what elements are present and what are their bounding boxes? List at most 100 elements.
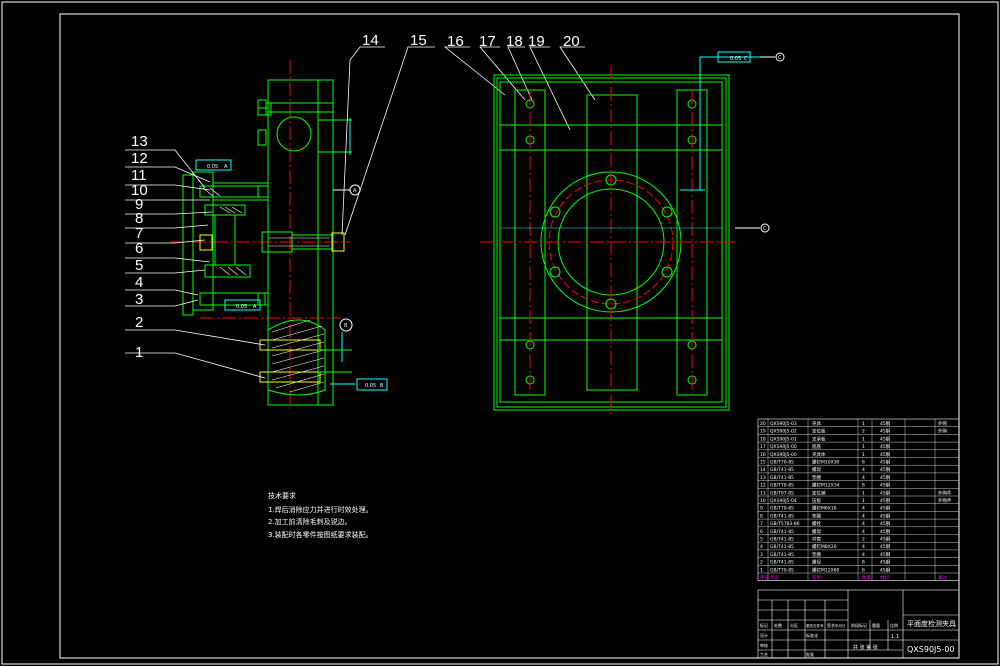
- bom-cell-mat: 45钢: [880, 459, 891, 466]
- bom-cell-mat: 45钢: [880, 505, 891, 512]
- cell-date: 年月日: [835, 623, 846, 628]
- bom-cell-code: GB/T41-85: [770, 475, 794, 481]
- drawing-name: 平面度检测夹具: [907, 619, 956, 628]
- bom-cell-qty: 4: [862, 506, 865, 512]
- bom-cell-qty: 6: [862, 567, 865, 573]
- tech-note-3: 3.装配时各零件按图纸要求装配。: [268, 530, 373, 539]
- bom-cell-qty: 2: [862, 429, 865, 435]
- balloon-5: 5: [135, 257, 143, 274]
- bom-cell-code: GB/T70-85: [770, 483, 794, 489]
- front-view: [480, 51, 785, 415]
- bom-cell-no: 8: [760, 513, 763, 519]
- balloon-19: 19: [528, 33, 545, 50]
- bom-cell-mat: 45钢: [880, 543, 891, 550]
- tech-note-2: 2.加工前清除毛刺及锐边。: [268, 517, 352, 526]
- bom-cell-qty: 6: [862, 460, 865, 466]
- bom-cell-mat: 45钢: [880, 451, 891, 458]
- balloon-10: 10: [131, 182, 148, 199]
- tol-value: 0.05: [207, 164, 218, 170]
- bom-cell-name: 螺钉M10X30: [812, 459, 840, 466]
- cell-zone: 分区: [790, 622, 798, 628]
- tol-datum: B: [380, 383, 384, 389]
- bom-cell-mat: 45钢: [880, 482, 891, 489]
- tol-datum: A: [253, 304, 257, 310]
- bom-cell-qty: 4: [862, 529, 865, 535]
- bom-cell-note: 外购: [938, 428, 947, 435]
- side-view: [170, 60, 388, 410]
- bom-header-cell: 材料: [880, 574, 889, 581]
- bom-cell-mat: 45钢: [880, 420, 891, 427]
- bom-cell-code: GB/T70-85: [770, 460, 794, 466]
- bom-cell-qty: 6: [862, 560, 865, 566]
- bom-header-cell: 序号: [760, 574, 769, 581]
- bom-cell-mat: 45钢: [880, 443, 891, 450]
- bom-cell-no: 15: [760, 460, 766, 466]
- datum-c-top: C: [778, 55, 782, 61]
- bom-cell-mat: 45钢: [880, 466, 891, 473]
- bom-cell-mat: 45钢: [880, 428, 891, 435]
- cell-design: 设计: [760, 632, 768, 638]
- bom-cell-note: 外购: [938, 420, 947, 427]
- bom-cell-no: 16: [760, 452, 766, 458]
- cell-signature: 签名: [827, 622, 835, 628]
- bom-cell-no: 6: [760, 529, 763, 535]
- bom-cell-no: 9: [760, 506, 763, 512]
- bill-of-materials: 20 QXS90J5-03 夹具 1 45钢 外购19 QXS90J5-02 定位板 2 45钢外…: [757, 418, 960, 581]
- bom-cell-no: 4: [760, 544, 763, 550]
- leader-lines: [125, 46, 596, 379]
- datum-b: B: [344, 323, 348, 329]
- bom-cell-qty: 4: [862, 513, 865, 519]
- bom-cell-name: 螺钉M6X16: [812, 505, 837, 512]
- bom-cell-code: GB/T41-85: [770, 537, 794, 543]
- tol-datum: C: [744, 56, 748, 62]
- bom-cell-mat: 45钢: [880, 497, 891, 504]
- bom-cell-code: GB/T97-85: [770, 490, 794, 496]
- bom-cell-code: GB/T70-85: [770, 506, 794, 512]
- balloon-17: 17: [479, 33, 496, 50]
- bom-cell-mat: 45钢: [880, 528, 891, 535]
- bom-cell-no: 18: [760, 436, 766, 442]
- bom-cell-code: GB/T41-85: [770, 552, 794, 558]
- cell-mark: 标记: [760, 622, 768, 628]
- bom-cell-code: GB/T70-85: [770, 567, 794, 573]
- balloon-20: 20: [563, 33, 580, 50]
- bom-cell-qty: 1: [862, 421, 865, 427]
- balloon-4: 4: [135, 274, 143, 291]
- cell-weight: 重量: [872, 622, 880, 628]
- bom-cell-code: GB/T41-85: [770, 467, 794, 473]
- bom-cell-no: 17: [760, 444, 766, 450]
- bom-cell-name: 夹具体: [812, 451, 826, 458]
- bom-cell-no: 3: [760, 552, 763, 558]
- datum-c-mid: C: [763, 226, 767, 232]
- balloon-1: 1: [135, 344, 143, 361]
- tech-note-1: 1.焊后消除应力并进行时效处理。: [268, 505, 373, 514]
- bom-cell-mat: 45钢: [880, 559, 891, 566]
- bom-cell-code: GB/T41-85: [770, 544, 794, 550]
- cad-drawing-sheet: 1 2 3 4 5 6 7 8 9 10 11 12 13 14 15 16 1…: [1, 1, 999, 665]
- cell-stage: 阶段标记: [851, 622, 867, 628]
- balloon-2: 2: [135, 314, 143, 331]
- title-block-text: 平面度检测夹具 QXS90J5-00 1:1 共 张 第 张 标记 处数 分区 …: [760, 619, 956, 657]
- bom-cell-name: 螺母: [812, 528, 821, 535]
- bom-cell-qty: 1: [862, 444, 865, 450]
- bom-cell-mat: 45钢: [880, 512, 891, 519]
- bom-cell-mat: 45钢: [880, 474, 891, 481]
- bom-cell-no: 19: [760, 429, 766, 435]
- drawing-number: QXS90J5-00: [907, 645, 955, 654]
- bom-cell-no: 13: [760, 475, 766, 481]
- balloon-18: 18: [506, 33, 523, 50]
- bom-cell-qty: 2: [862, 537, 865, 543]
- bom-cell-name: 螺母: [812, 466, 821, 473]
- bom-cell-qty: 4: [862, 475, 865, 481]
- cell-process: 工艺: [760, 652, 768, 657]
- bom-cell-no: 12: [760, 483, 766, 489]
- bom-cell-name: 螺钉M12X60: [812, 566, 840, 573]
- balloon-15: 15: [410, 32, 427, 49]
- tech-notes-title: 技术要求: [268, 491, 296, 500]
- bom-cell-name: 压板: [812, 497, 821, 504]
- bom-cell-name: 支承板: [812, 435, 826, 442]
- bom-cell-mat: 45钢: [880, 520, 891, 527]
- balloon-7: 7: [135, 225, 143, 242]
- balloon-6: 6: [135, 240, 143, 257]
- cell-count: 处数: [774, 622, 782, 628]
